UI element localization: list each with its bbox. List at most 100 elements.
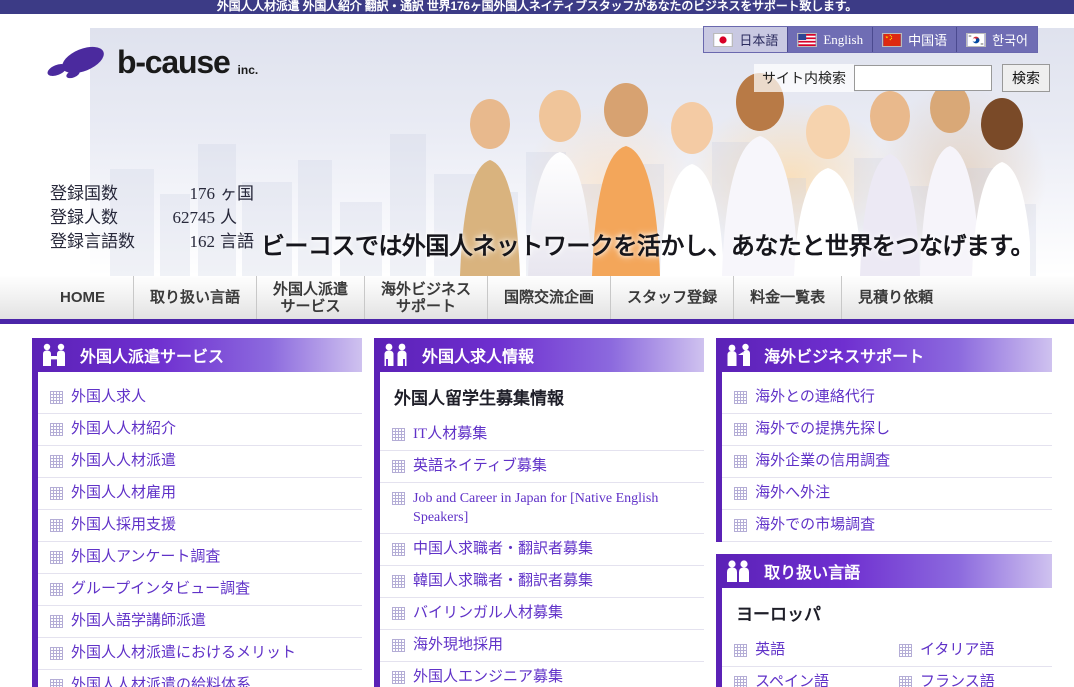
list-item-label: 外国人人材派遣の給料体系 [71, 677, 252, 687]
bullet-icon [392, 543, 406, 556]
lang-button-korean[interactable]: 한국어 [957, 27, 1037, 52]
list-item[interactable]: 外国人求人 [38, 382, 363, 414]
list-item-label: イタリア語 [920, 642, 995, 658]
list-item[interactable]: 外国人語学講師派遣 [38, 606, 363, 638]
top-marquee-banner: 外国人人材派遣 外国人紹介 翻訳・通訳 世界176ヶ国外国人ネイティブスタッフが… [0, 0, 1074, 14]
languages-column-right: イタリア語 フランス語 [887, 635, 1052, 687]
list-item-label: 海外企業の信用調査 [755, 453, 891, 469]
b-cause-logo-mark [47, 46, 104, 79]
hero-tagline: ビーコスでは外国人ネットワークを活かし、あなたと世界をつなげます。 [260, 234, 1035, 260]
language-selector[interactable]: 日本語 English 中国语 한국어 [703, 26, 1038, 53]
bullet-icon [50, 583, 63, 596]
person-globe-icon [727, 343, 751, 366]
list-item[interactable]: 英語 [722, 635, 888, 667]
bullet-icon [50, 391, 63, 404]
list-item[interactable]: バイリンガル人材募集 [380, 598, 705, 630]
two-people-icon [384, 343, 407, 366]
search-label: サイト内検索 [754, 64, 854, 92]
column-dispatch-service: 外国人派遣サービス 外国人求人 外国人人材紹介 外国人人材派遣 外国人人材雇用 … [32, 338, 363, 687]
flag-usa-icon [797, 32, 818, 47]
stat-label-languages: 登録言語数 [50, 232, 135, 251]
list-item[interactable]: 海外企業の信用調査 [722, 446, 1053, 478]
bullet-icon [392, 607, 406, 620]
nav-item-staff-registration[interactable]: スタッフ登録 [611, 276, 735, 319]
nav-item-overseas-support[interactable]: 海外ビジネス サポート [365, 276, 489, 319]
column-overseas-and-languages: 海外ビジネスサポート 海外との連絡代行 海外での提携先探し 海外企業の信用調査 … [716, 338, 1053, 687]
panel-body: ヨーロッパ 英語 スペイン語 イタリア語 フランス語 [716, 588, 1053, 687]
bullet-icon [392, 492, 406, 505]
list-item[interactable]: 中国人求職者・翻訳者募集 [380, 534, 705, 566]
list-item[interactable]: スペイン語 [722, 667, 887, 687]
list-item[interactable]: 外国人人材雇用 [38, 478, 363, 510]
nav-item-price-list[interactable]: 料金一覧表 [734, 276, 843, 319]
nav-item-international-exchange[interactable]: 国際交流企画 [488, 276, 612, 319]
list-item[interactable]: IT人材募集 [380, 419, 705, 451]
list-item[interactable]: フランス語 [887, 667, 1052, 687]
list-item[interactable]: Job and Career in Japan for [Native Engl… [380, 483, 705, 534]
flag-china-icon [882, 32, 903, 47]
nav-item-languages[interactable]: 取り扱い言語 [134, 276, 258, 319]
lang-label-chinese: 中国语 [908, 33, 948, 48]
list-item[interactable]: グループインタビュー調査 [38, 574, 363, 606]
stat-value-people: 62745 [172, 208, 216, 227]
bullet-icon [50, 423, 63, 436]
list-item[interactable]: 外国人人材紹介 [38, 414, 363, 446]
bullet-icon [392, 460, 406, 473]
list-item[interactable]: 外国人アンケート調査 [38, 542, 363, 574]
list-item-label: 外国人求人 [71, 389, 147, 405]
handshake-icon [43, 343, 65, 366]
list-item-label: IT人材募集 [413, 426, 488, 442]
lang-button-japanese[interactable]: 日本語 [704, 27, 789, 52]
languages-grid: 英語 スペイン語 イタリア語 フランス語 [722, 635, 1052, 687]
bullet-icon [899, 644, 913, 657]
list-item[interactable]: 海外との連絡代行 [722, 382, 1053, 414]
list-item[interactable]: 海外へ外注 [722, 478, 1053, 510]
list-item[interactable]: 海外での市場調査 [722, 510, 1053, 542]
bullet-icon [734, 391, 748, 404]
list-item[interactable]: 海外現地採用 [380, 630, 705, 662]
search-button[interactable]: 検索 [1002, 64, 1050, 92]
bullet-icon [734, 455, 748, 468]
panel-body: 外国人求人 外国人人材紹介 外国人人材派遣 外国人人材雇用 外国人採用支援 外国… [32, 372, 363, 687]
list-item[interactable]: 外国人人材派遣におけるメリット [38, 638, 363, 670]
lang-label-english: English [823, 31, 864, 47]
site-logo[interactable]: b-cause inc. [45, 42, 258, 82]
bullet-icon [50, 615, 63, 628]
list-item-label: Job and Career in Japan for [Native Engl… [413, 491, 659, 525]
bullet-icon [392, 639, 406, 652]
panel-body: 海外との連絡代行 海外での提携先探し 海外企業の信用調査 海外へ外注 海外での市… [716, 372, 1053, 542]
list-item[interactable]: 外国人人材派遣の給料体系 [38, 670, 362, 687]
bullet-icon [50, 551, 63, 564]
list-item[interactable]: 外国人採用支援 [38, 510, 363, 542]
list-item-label: 外国人人材紹介 [71, 421, 177, 437]
lang-button-english[interactable]: English [788, 27, 874, 52]
list-item[interactable]: 外国人人材派遣 [38, 446, 363, 478]
panel-subheading: ヨーロッパ [736, 605, 822, 624]
search-input[interactable] [854, 65, 992, 91]
main-navigation[interactable]: HOME 取り扱い言語 外国人派遣 サービス 海外ビジネス サポート 国際交流企… [0, 276, 1074, 324]
list-item-label: 海外での市場調査 [755, 517, 876, 533]
list-item[interactable]: イタリア語 [887, 635, 1052, 667]
main-content: 外国人派遣サービス 外国人求人 外国人人材紹介 外国人人材派遣 外国人人材雇用 … [0, 324, 1074, 687]
bullet-icon [392, 428, 406, 441]
list-item-label: 外国人エンジニア募集 [413, 669, 564, 685]
logo-inc-suffix: inc. [237, 63, 259, 77]
stat-row: 登録人数 62745 人 [50, 206, 254, 230]
stat-row: 登録言語数 162 言語 [50, 230, 254, 254]
list-item[interactable]: 海外での提携先探し [722, 414, 1053, 446]
list-item[interactable]: 韓国人求職者・翻訳者募集 [380, 566, 705, 598]
panel-header: 取り扱い言語 [716, 554, 1053, 588]
bullet-icon [734, 644, 748, 657]
two-figures-icon [727, 560, 750, 582]
site-search[interactable]: サイト内検索 検索 [754, 64, 1050, 92]
stat-label-people: 登録人数 [50, 208, 118, 227]
nav-item-dispatch-service[interactable]: 外国人派遣 サービス [257, 276, 366, 319]
list-item-label: スペイン語 [755, 674, 830, 687]
nav-item-home[interactable]: HOME [32, 276, 134, 319]
panel-dispatch-service: 外国人派遣サービス 外国人求人 外国人人材紹介 外国人人材派遣 外国人人材雇用 … [32, 338, 363, 687]
nav-item-quote-request[interactable]: 見積り依頼 [842, 276, 949, 319]
list-item[interactable]: 英語ネイティブ募集 [380, 451, 705, 483]
lang-button-chinese[interactable]: 中国语 [873, 27, 958, 52]
panel-title: 取り扱い言語 [764, 565, 861, 582]
list-item[interactable]: 外国人エンジニア募集 [380, 662, 704, 687]
